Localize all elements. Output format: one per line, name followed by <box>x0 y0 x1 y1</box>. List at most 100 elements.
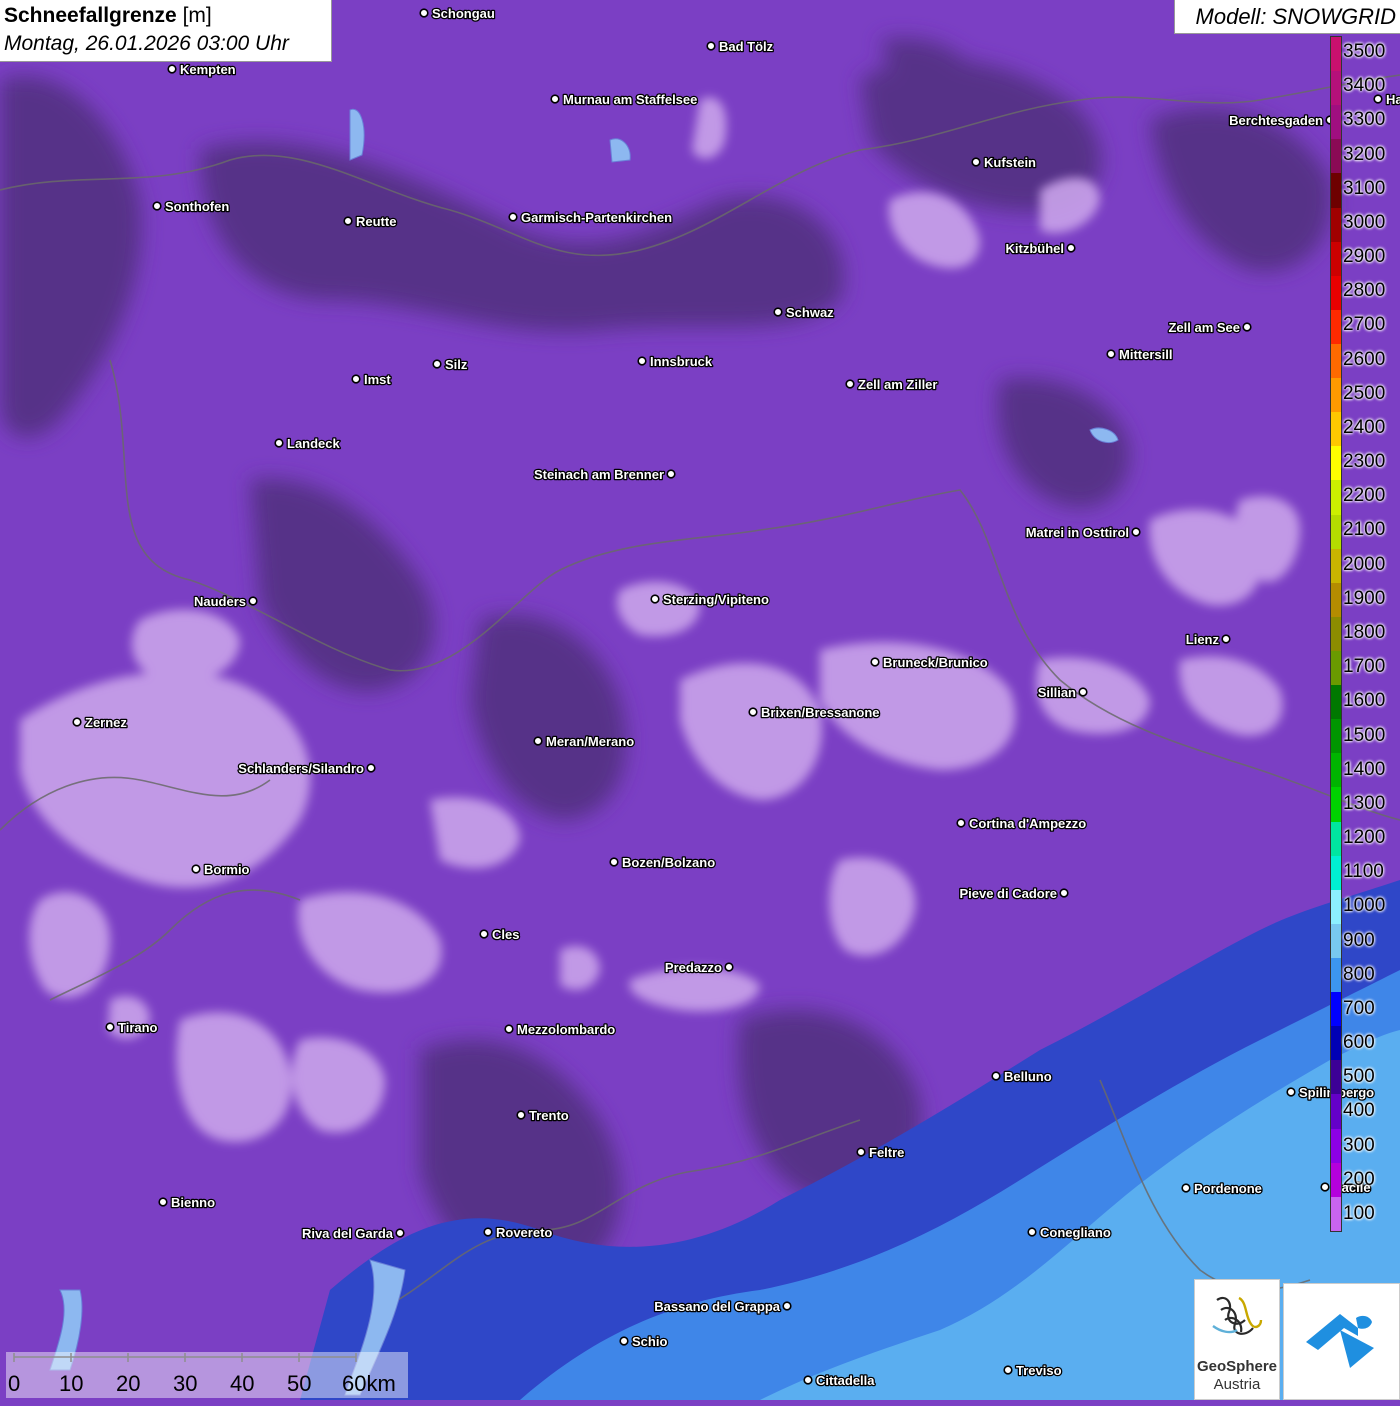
city-label: Imst <box>364 372 391 387</box>
variable-unit: [m] <box>182 4 212 27</box>
legend-label-2400: 2400 <box>1343 416 1386 438</box>
legend-label-300: 300 <box>1343 1134 1375 1156</box>
city-label: Cles <box>492 927 519 942</box>
legend-label-2900: 2900 <box>1343 246 1386 268</box>
legend-band-3300 <box>1331 105 1341 140</box>
model-label: Modell: SNOWGRID <box>1174 0 1400 34</box>
city-zell-am-ziller[interactable]: Zell am Ziller <box>845 376 939 393</box>
city-bassano-del-grappa[interactable]: Bassano del Grappa <box>653 1298 792 1315</box>
city-pieve-di-cadore[interactable]: Pieve di Cadore <box>958 885 1069 902</box>
legend-band-1900 <box>1331 582 1341 617</box>
legend-band-1600 <box>1331 685 1341 720</box>
city-marker-icon <box>351 374 361 384</box>
city-marker-icon <box>724 962 734 972</box>
city-matrei-in-osttirol[interactable]: Matrei in Osttirol <box>1024 524 1141 541</box>
city-murnau-am-staffelsee[interactable]: Murnau am Staffelsee <box>550 91 699 108</box>
city-label: Silz <box>445 357 468 372</box>
legend-label-2600: 2600 <box>1343 348 1386 370</box>
city-marker-icon <box>1221 634 1231 644</box>
city-marker-icon <box>419 8 429 18</box>
city-mezzolombardo[interactable]: Mezzolombardo <box>504 1021 617 1038</box>
city-marker-icon <box>748 707 758 717</box>
city-conegliano[interactable]: Conegliano <box>1027 1224 1112 1241</box>
city-label: Bormio <box>204 862 250 877</box>
legend-band-3200 <box>1331 139 1341 174</box>
city-marker-icon <box>191 864 201 874</box>
city-pordenone[interactable]: Pordenone <box>1181 1180 1263 1197</box>
legend-label-2300: 2300 <box>1343 451 1386 473</box>
city-sterzing-vipiteno[interactable]: Sterzing/Vipiteno <box>650 591 770 608</box>
city-label: Sterzing/Vipiteno <box>663 592 769 607</box>
city-marker-icon <box>1181 1183 1191 1193</box>
scale-label-2: 20 <box>116 1371 141 1396</box>
legend-band-2200 <box>1331 480 1341 515</box>
city-marker-icon <box>105 1022 115 1032</box>
geosphere-swirl-icon <box>1212 1296 1263 1335</box>
legend-label-1400: 1400 <box>1343 758 1386 780</box>
city-schlanders-silandro[interactable]: Schlanders/Silandro <box>237 760 376 777</box>
city-marker-icon <box>856 1147 866 1157</box>
city-marker-icon <box>1003 1365 1013 1375</box>
city-marker-icon <box>366 763 376 773</box>
city-garmisch-partenkirchen[interactable]: Garmisch-Partenkirchen <box>508 209 673 226</box>
city-schongau[interactable]: Schongau <box>419 5 496 22</box>
city-meran-merano[interactable]: Meran/Merano <box>533 733 635 750</box>
legend-label-2700: 2700 <box>1343 314 1386 336</box>
legend-band-900 <box>1331 923 1341 958</box>
snowfall-limit-map[interactable]: Schongau Bad Tölz Kempten Murnau am Staffel… <box>0 0 1400 1400</box>
city-marker-icon <box>1027 1227 1037 1237</box>
city-label: Matrei in Osttirol <box>1026 525 1129 540</box>
city-riva-del-garda[interactable]: Riva del Garda <box>301 1225 405 1242</box>
city-label: Steinach am Brenner <box>534 467 664 482</box>
legend-band-1800 <box>1331 616 1341 651</box>
city-marker-icon <box>533 736 543 746</box>
legend-label-1800: 1800 <box>1343 622 1386 643</box>
city-label: Reutte <box>356 214 396 229</box>
legend-band-1200 <box>1331 821 1341 856</box>
app-logo[interactable] <box>1283 1283 1400 1400</box>
legend-label-800: 800 <box>1343 963 1375 985</box>
city-label: Hallein <box>1386 92 1400 107</box>
city-label: Zernez <box>85 715 127 730</box>
city-marker-icon <box>782 1301 792 1311</box>
city-sonthofen[interactable]: Sonthofen <box>152 198 231 215</box>
city-label: Kufstein <box>984 155 1036 170</box>
city-label: Treviso <box>1016 1363 1062 1378</box>
city-cortina-d-ampezzo[interactable]: Cortina d'Ampezzo <box>956 815 1088 832</box>
legend-band-1100 <box>1331 855 1341 890</box>
city-marker-icon <box>432 359 442 369</box>
city-marker-icon <box>845 379 855 389</box>
legend-band-100 <box>1331 1196 1341 1231</box>
city-label: Innsbruck <box>650 354 713 369</box>
city-bruneck-brunico[interactable]: Bruneck/Brunico <box>870 654 989 671</box>
city-marker-icon <box>1286 1087 1296 1097</box>
legend-band-600 <box>1331 1026 1341 1061</box>
geosphere-logo[interactable]: GeoSphere Austria <box>1194 1279 1280 1400</box>
city-label: Zell am Ziller <box>858 377 937 392</box>
city-label: Mittersill <box>1119 347 1172 362</box>
city-berchtesgaden[interactable]: Berchtesgaden <box>1228 112 1335 129</box>
city-steinach-am-brenner[interactable]: Steinach am Brenner <box>533 466 676 483</box>
city-label: Pieve di Cadore <box>959 886 1057 901</box>
city-bozen-bolzano[interactable]: Bozen/Bolzano <box>609 854 717 871</box>
city-label: Predazzo <box>665 960 722 975</box>
city-label: Bassano del Grappa <box>654 1299 780 1314</box>
city-zell-am-see[interactable]: Zell am See <box>1167 319 1252 336</box>
legend-label-900: 900 <box>1343 929 1375 951</box>
city-marker-icon <box>956 818 966 828</box>
city-marker-icon <box>343 216 353 226</box>
city-label: Conegliano <box>1040 1225 1111 1240</box>
city-label: Sillian <box>1038 685 1076 700</box>
legend-band-2800 <box>1331 275 1341 310</box>
city-brixen-bressanone[interactable]: Brixen/Bressanone <box>748 704 881 721</box>
city-label: Tirano <box>118 1020 158 1035</box>
city-marker-icon <box>504 1024 514 1034</box>
legend-label-200: 200 <box>1343 1168 1375 1190</box>
city-label: Bruneck/Brunico <box>883 655 988 670</box>
legend-band-2400 <box>1331 412 1341 447</box>
city-marker-icon <box>1066 243 1076 253</box>
legend-band-3400 <box>1331 71 1341 106</box>
app-arrow-icon <box>1306 1314 1374 1368</box>
legend-band-2600 <box>1331 343 1341 379</box>
city-innsbruck[interactable]: Innsbruck <box>637 353 714 370</box>
